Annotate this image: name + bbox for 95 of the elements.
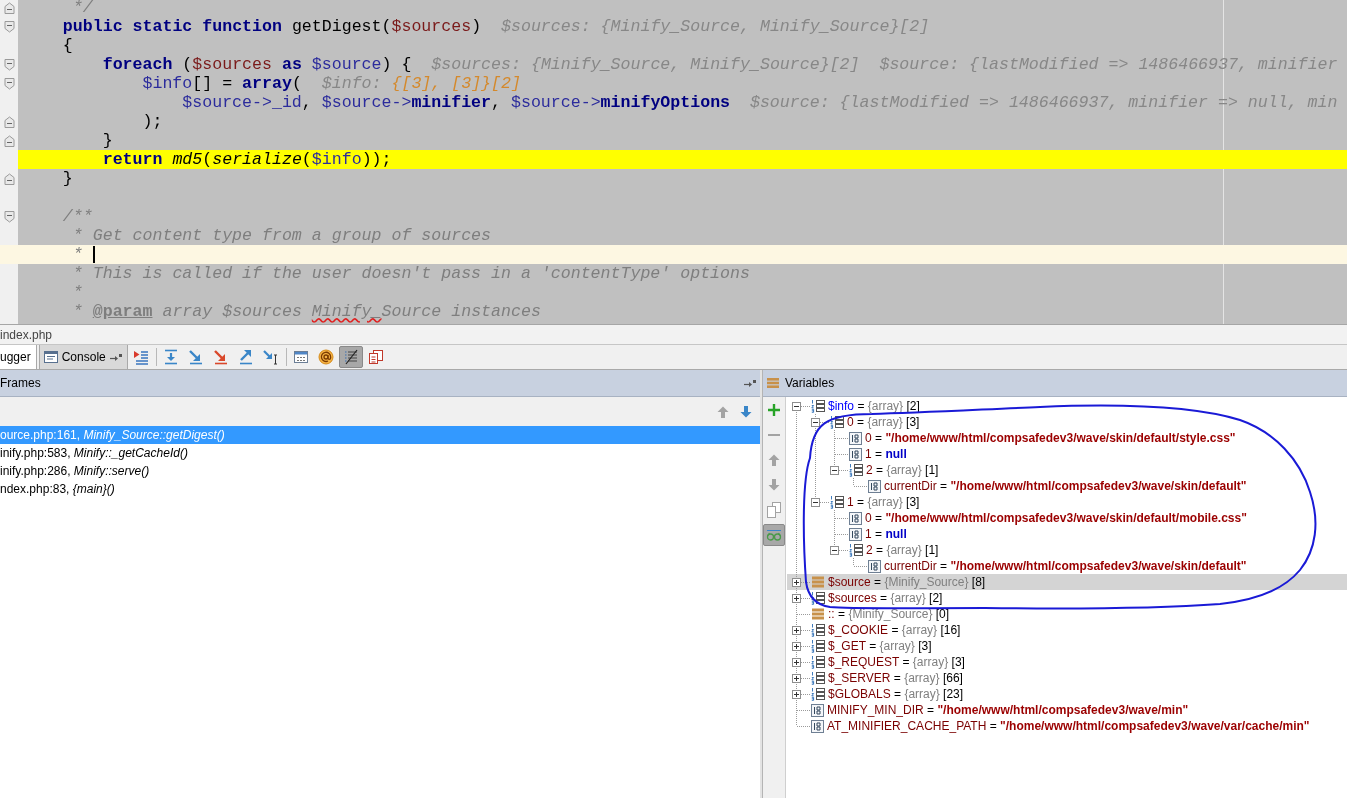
tree-item[interactable]: $_GET = {array} [3]	[828, 639, 932, 653]
tree-item[interactable]: 2 = {array} [1]	[866, 543, 939, 557]
tab[interactable]: Console	[38, 345, 128, 369]
numbered-list-icon	[811, 655, 825, 669]
numbered-list-icon	[811, 639, 825, 653]
inline-debug-value: $source: {lastModified => 1486466937, minifier => null, min	[749, 93, 1338, 112]
code-line: /**	[62, 207, 93, 226]
pin-arrow-icon[interactable]	[744, 378, 756, 388]
tree-item[interactable]: 0 = "/home/www/html/compsafedev3/wave/skin/default/style.css"	[865, 431, 1236, 445]
expand-icon[interactable]	[792, 689, 801, 699]
tree-item[interactable]: $source = {Minify_Source} [8]	[828, 575, 986, 589]
panel-title: Variables	[785, 376, 835, 390]
console-window-icon	[43, 350, 58, 364]
frame-item[interactable]: inify.php:583, Minify::_getCacheId()	[0, 444, 760, 462]
fold-marker-icon[interactable]	[3, 134, 15, 147]
numbered-list-icon	[849, 463, 863, 477]
numbered-list-icon	[811, 399, 825, 413]
tree-item[interactable]: 1 = {array} [3]	[847, 495, 920, 509]
tree-item[interactable]: currentDir = "/home/www/html/compsafedev3/wave/skin/default"	[884, 559, 1247, 573]
square-value-icon	[868, 479, 881, 493]
square-value-icon	[849, 527, 862, 541]
numbered-list-icon	[811, 623, 825, 637]
square-value-icon	[849, 431, 862, 445]
panel-title: Frames	[0, 376, 41, 390]
tree-item[interactable]: 0 = "/home/www/html/compsafedev3/wave/skin/default/mobile.css"	[865, 511, 1247, 525]
code-line: * @param array $sources Minify_Source instances	[72, 302, 541, 321]
tab[interactable]: ugger	[0, 345, 37, 369]
tree-item[interactable]: 1 = null	[865, 527, 907, 541]
fold-marker-icon[interactable]	[3, 172, 15, 185]
collapse-icon[interactable]	[830, 465, 839, 475]
square-value-icon	[849, 511, 862, 525]
numbered-list-icon	[849, 543, 863, 557]
fold-marker-icon[interactable]	[3, 58, 15, 71]
code-line: }	[62, 169, 73, 188]
tree-item[interactable]: $_SERVER = {array} [66]	[828, 671, 963, 685]
square-value-icon	[811, 719, 824, 733]
breadcrumb-item[interactable]: index.php	[0, 327, 53, 342]
numbered-list-icon	[830, 415, 844, 429]
fold-marker-icon[interactable]	[3, 115, 15, 128]
collapse-icon[interactable]	[830, 545, 839, 555]
tree-item[interactable]: $_COOKIE = {array} [16]	[828, 623, 961, 637]
tree-item[interactable]: 0 = {array} [3]	[847, 415, 920, 429]
code-line: * Get content type from a group of sources	[72, 226, 492, 245]
fold-marker-icon[interactable]	[3, 210, 15, 223]
stacked-bars-icon	[767, 377, 779, 389]
code-line: * This is called if the user doesn't pass in a 'contentType' options	[72, 264, 750, 283]
tree-item[interactable]: $sources = {array} [2]	[828, 591, 943, 605]
code-line: $source->_id, $source->minifier, $source->minifyOptions	[182, 93, 731, 112]
collapse-icon[interactable]	[811, 497, 820, 507]
code-line: );	[142, 112, 163, 131]
tree-item[interactable]: AT_MINIFIER_CACHE_PATH = "/home/www/html/compsafedev3/wave/var/cache/min"	[827, 719, 1310, 733]
numbered-list-icon	[830, 495, 844, 509]
tree-item[interactable]: 2 = {array} [1]	[866, 463, 939, 477]
code-line: foreach ($sources as $source) {	[102, 55, 412, 74]
tree-item[interactable]: currentDir = "/home/www/html/compsafedev3/wave/skin/default"	[884, 479, 1247, 493]
inline-debug-value: $info: {[3], [3]}[2]	[321, 74, 521, 93]
inline-debug-value: $sources: {Minify_Source, Minify_Source}[2]	[501, 17, 930, 36]
fold-marker-icon[interactable]	[3, 1, 15, 14]
code-line: }	[102, 131, 113, 150]
numbered-list-icon	[811, 671, 825, 685]
numbered-list-icon	[811, 591, 825, 605]
collapse-icon[interactable]	[811, 417, 820, 427]
pin-arrow-icon[interactable]	[109, 352, 122, 362]
tree-item[interactable]: 1 = null	[865, 447, 907, 461]
inline-debug-value: $source: {lastModified => 1486466937, minifier	[879, 55, 1338, 74]
stacked-bars-icon	[811, 607, 825, 621]
code-line: */	[72, 0, 93, 17]
code-line: *	[72, 245, 83, 264]
tree-item[interactable]: $_REQUEST = {array} [3]	[828, 655, 965, 669]
frame-item[interactable]: inify.php:286, Minify::serve()	[0, 462, 760, 480]
code-line: *	[72, 283, 83, 302]
expand-icon[interactable]	[792, 657, 801, 667]
collapse-icon[interactable]	[792, 401, 801, 411]
fold-marker-icon[interactable]	[3, 20, 15, 33]
frame-item[interactable]: ndex.php:83, {main}()	[0, 480, 760, 498]
square-value-icon	[849, 447, 862, 461]
expand-icon[interactable]	[792, 625, 801, 635]
code-line: return md5(serialize($info));	[102, 150, 392, 169]
tree-item[interactable]: MINIFY_MIN_DIR = "/home/www/html/compsafedev3/wave/min"	[827, 703, 1189, 717]
numbered-list-icon	[811, 687, 825, 701]
tree-item[interactable]: $GLOBALS = {array} [23]	[828, 687, 964, 701]
expand-icon[interactable]	[792, 673, 801, 683]
inline-debug-value: $sources: {Minify_Source, Minify_Source}[2]	[431, 55, 860, 74]
stacked-bars-icon	[811, 575, 825, 589]
expand-icon[interactable]	[792, 577, 801, 587]
tree-item[interactable]: :: = {Minify_Source} [0]	[828, 607, 950, 621]
code-line: public static function getDigest($sources)	[62, 17, 482, 36]
fold-marker-icon[interactable]	[3, 77, 15, 90]
expand-icon[interactable]	[792, 593, 801, 603]
square-value-icon	[811, 703, 824, 717]
code-line: {	[62, 36, 73, 55]
text-cursor-icon	[92, 246, 95, 263]
expand-icon[interactable]	[792, 641, 801, 651]
code-line: $info[] = array(	[142, 74, 302, 93]
square-value-icon	[868, 559, 881, 573]
